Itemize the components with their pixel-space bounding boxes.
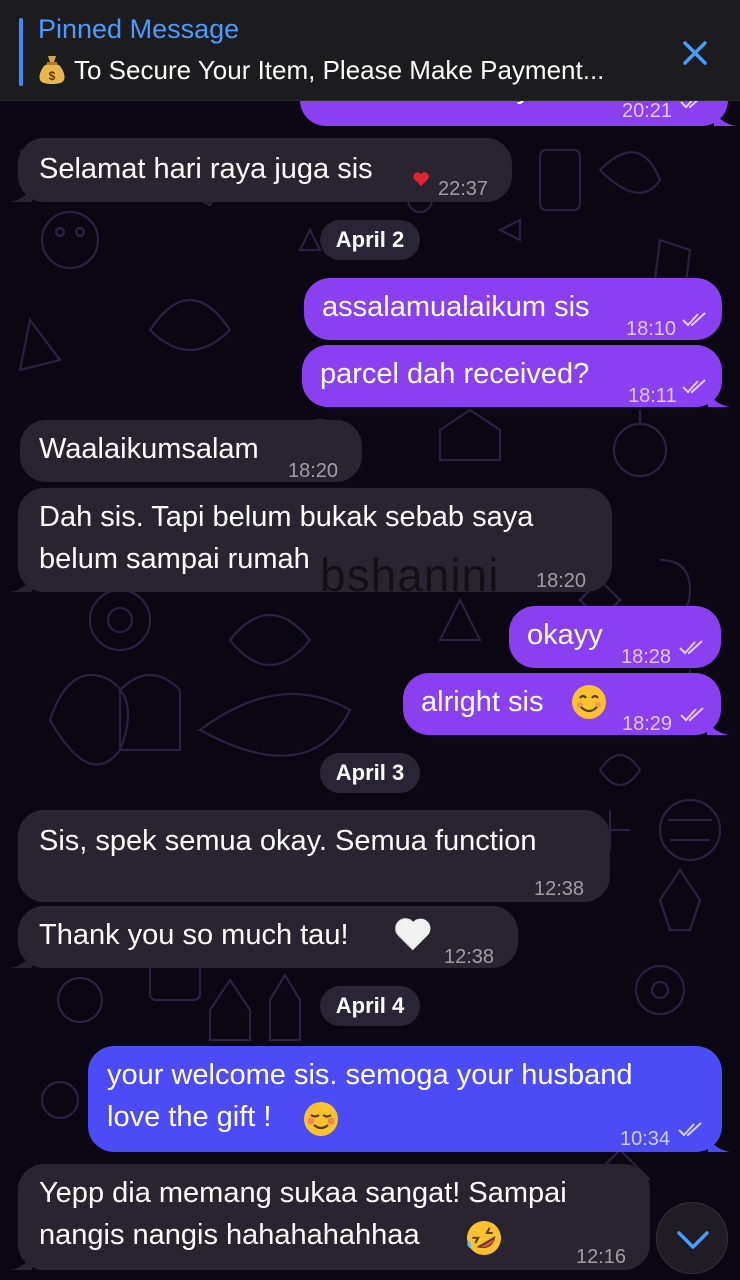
bubble-tail (10, 1250, 32, 1270)
message-time: 10:34 (620, 1128, 671, 1150)
message-bubble-outgoing[interactable]: alright sis 18:29 (403, 673, 729, 735)
double-check-icon (682, 379, 706, 394)
message-text-line-2: love the gift ! (107, 1101, 272, 1133)
message-bubble-incoming[interactable]: Dah sis. Tapi belum bukak sebab saya bel… (10, 488, 612, 592)
pinned-text: To Secure Your Item, Please Make Payment… (74, 55, 605, 85)
message-bubble-outgoing[interactable]: assalamualaikum sis 18:10 (304, 278, 722, 340)
close-icon[interactable] (678, 36, 712, 70)
bubble-tail (10, 572, 32, 592)
message-bubble-outgoing[interactable]: parcel dah received? 18:11 (302, 345, 730, 407)
message-time: 18:20 (288, 460, 339, 482)
message-time: 18:29 (622, 713, 673, 735)
chevron-down-icon (677, 1231, 709, 1249)
message-time: 18:20 (536, 570, 587, 592)
message-text-line-2: nangis nangis hahahahahhaa (39, 1219, 420, 1251)
message-time: 18:28 (621, 646, 672, 668)
message-time: 18:10 (626, 318, 677, 340)
message-bubble-incoming[interactable]: Yepp dia memang sukaa sangat! Sampai nan… (10, 1164, 650, 1270)
message-time: 12:38 (534, 878, 585, 900)
smiling-face-icon (572, 685, 606, 719)
message-text: Sis, spek semua okay. Semua function (39, 825, 537, 857)
message-text: Waalaikumsalam (39, 433, 259, 465)
money-bag-icon: $ (39, 56, 65, 84)
white-heart-icon (395, 918, 431, 951)
message-time: 12:16 (576, 1246, 627, 1268)
message-time: 18:11 (628, 385, 677, 407)
message-bubble-outgoing[interactable]: your welcome sis. semoga your husband lo… (88, 1046, 730, 1152)
message-bubble-incoming[interactable]: Thank you so much tau! 12:38 (10, 906, 518, 968)
message-text: Selamat hari raya juga sis (39, 153, 373, 185)
message-bubble-incoming[interactable]: Waalaikumsalam 18:20 (20, 420, 362, 482)
bubble-tail (708, 1132, 730, 1152)
message-text: okayy (527, 619, 603, 651)
double-check-icon (678, 1122, 702, 1137)
pinned-message-bar[interactable]: Pinned Message $ To Secure Your Item, Pl… (0, 0, 740, 101)
message-text: assalamualaikum sis (322, 291, 590, 323)
scroll-to-bottom-button[interactable] (656, 1202, 728, 1274)
bubble-tail (708, 387, 730, 407)
double-check-icon (680, 707, 704, 722)
watermark-text: bshanini (320, 549, 500, 601)
pinned-accent-bar (19, 18, 23, 86)
date-separator: April 4 (320, 986, 420, 1026)
rolling-laughing-face-icon (467, 1221, 501, 1255)
bubble-tail (707, 715, 729, 735)
message-text-line-1: your welcome sis. semoga your husband (107, 1059, 633, 1091)
message-bubble-incoming[interactable]: Selamat hari raya juga sis 22:37 (10, 138, 512, 202)
message-text-line-2: belum sampai rumah (39, 543, 310, 575)
message-text-line-1: Yepp dia memang sukaa sangat! Sampai (39, 1177, 567, 1209)
pinned-title: Pinned Message (38, 14, 240, 44)
message-time: 12:38 (444, 946, 495, 968)
message-bubble-outgoing[interactable]: okayy 18:28 (509, 606, 721, 668)
message-bubble-incoming[interactable]: Sis, spek semua okay. Semua function 12:… (18, 810, 610, 902)
message-time: 22:37 (438, 178, 489, 200)
bubble-tail (714, 106, 736, 126)
pinned-text-row: $ To Secure Your Item, Please Make Payme… (38, 54, 604, 86)
date-separator: April 2 (320, 220, 420, 260)
message-text-line-1: Dah sis. Tapi belum bukak sebab saya (39, 501, 534, 533)
svg-text:$: $ (49, 69, 56, 83)
double-check-icon (682, 312, 706, 327)
double-check-icon (679, 640, 703, 655)
message-text: Thank you so much tau! (39, 919, 349, 951)
message-text: alright sis (421, 686, 544, 718)
date-separator: April 3 (320, 753, 420, 793)
message-text: parcel dah received? (320, 358, 590, 390)
heart-reaction-icon (413, 172, 429, 186)
relieved-face-icon (304, 1102, 338, 1136)
bubble-tail (10, 182, 32, 202)
bubble-tail (10, 948, 32, 968)
